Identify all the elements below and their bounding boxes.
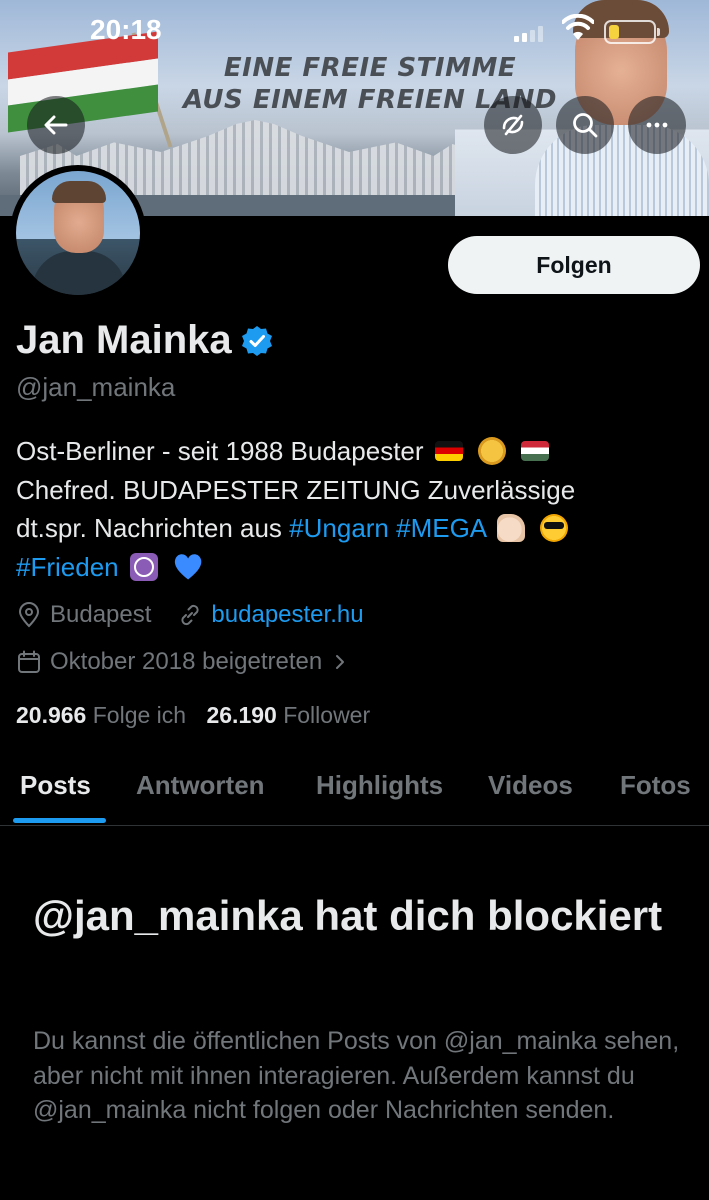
profile-joined-date: Oktober 2018 beigetreten	[50, 648, 323, 675]
profile-name-row: Jan Mainka	[16, 318, 274, 363]
verified-badge-icon[interactable]	[240, 324, 274, 358]
bio-line2: Chefred. BUDAPESTER ZEITUNG Zuverlässige	[16, 474, 576, 505]
peace-symbol-emoji-icon	[129, 552, 158, 581]
search-icon	[573, 113, 598, 138]
profile-handle: @jan_mainka	[16, 372, 176, 402]
search-button[interactable]	[556, 96, 614, 154]
battery-icon	[604, 20, 660, 44]
translate-toggle-button[interactable]	[484, 96, 542, 154]
blue-heart-emoji-icon	[173, 553, 203, 581]
follow-button[interactable]: Folgen	[448, 236, 700, 294]
tab-fotos[interactable]: Fotos	[620, 770, 691, 801]
followers-count: 26.190	[206, 702, 277, 728]
wifi-icon	[562, 14, 594, 40]
hungarian-flag-emoji-icon	[521, 441, 550, 461]
bio-line1: Ost-Berliner - seit 1988 Budapester	[16, 436, 424, 466]
handshake-emoji-icon	[478, 437, 507, 465]
following-stat[interactable]: 20.966 Folge ich	[16, 702, 192, 728]
tab-videos[interactable]: Videos	[488, 770, 573, 801]
profile-bio: Ost-Berliner - seit 1988 Budapester Chef…	[16, 432, 696, 586]
status-time: 20:18	[90, 14, 162, 45]
thumbs-up-emoji-icon	[496, 514, 525, 542]
more-button[interactable]	[628, 96, 686, 154]
hashtag-ungarn-link[interactable]: #Ungarn	[289, 513, 389, 543]
more-icon	[646, 122, 668, 128]
tab-highlights[interactable]: Highlights	[316, 770, 443, 801]
tab-antworten[interactable]: Antworten	[136, 770, 265, 801]
calendar-icon	[18, 650, 40, 673]
link-icon	[181, 604, 199, 626]
blocked-description: Du kannst die öffentlichen Posts von @ja…	[33, 1027, 680, 1124]
blocked-title: @jan_mainka hat dich blockiert	[33, 892, 663, 939]
profile-stats: 20.966 Folge ich 26.190 Follower	[16, 702, 370, 729]
profile-joined-row[interactable]: Oktober 2018 beigetreten	[16, 648, 358, 676]
back-arrow-icon	[44, 115, 68, 135]
active-tab-indicator	[13, 818, 106, 823]
back-button[interactable]	[27, 96, 85, 154]
following-count: 20.966	[16, 702, 87, 728]
chevron-right-icon	[336, 655, 345, 669]
german-flag-emoji-icon	[434, 441, 463, 461]
avatar-image	[16, 171, 140, 295]
hashtag-frieden-link[interactable]: #Frieden	[16, 552, 119, 582]
cellular-signal-icon	[514, 26, 548, 42]
bio-line3: dt.spr. Nachrichten aus	[16, 513, 282, 543]
location-pin-icon	[18, 602, 40, 628]
no-translate-icon	[502, 114, 524, 136]
avatar[interactable]	[10, 165, 146, 301]
profile-name: Jan Mainka	[16, 318, 232, 362]
profile-meta-location-row: Budapest budapester.hu	[16, 601, 364, 629]
following-label: Folge ich	[92, 702, 187, 728]
hashtag-mega-link[interactable]: #MEGA	[396, 513, 486, 543]
profile-location: Budapest	[50, 601, 152, 628]
profile-tabs: Posts Antworten Highlights Videos Fotos	[0, 760, 709, 826]
tab-posts[interactable]: Posts	[20, 770, 91, 801]
followers-stat[interactable]: 26.190 Follower	[206, 702, 370, 728]
sunglasses-emoji-icon	[540, 514, 569, 542]
profile-website-link[interactable]: budapester.hu	[211, 601, 363, 629]
followers-label: Follower	[283, 702, 371, 728]
